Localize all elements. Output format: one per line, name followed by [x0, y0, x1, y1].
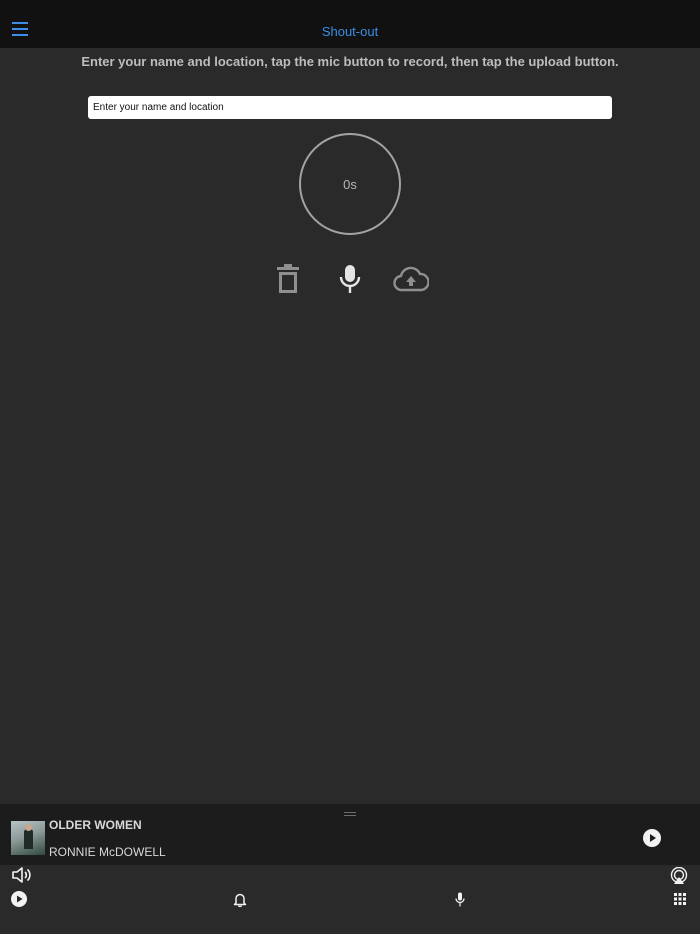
play-circle-icon[interactable] [643, 829, 661, 847]
name-location-input[interactable] [88, 96, 612, 119]
airplay-icon[interactable] [670, 867, 688, 885]
volume-icon[interactable] [12, 867, 32, 883]
microphone-icon[interactable] [338, 264, 362, 294]
top-bar: Shout-out [0, 0, 700, 48]
album-art [11, 821, 45, 855]
drag-handle-icon[interactable] [344, 812, 356, 816]
cloud-upload-icon[interactable] [393, 266, 429, 292]
bottom-bar [0, 865, 700, 934]
trash-icon[interactable] [276, 264, 300, 294]
song-title: OLDER WOMEN [49, 818, 142, 832]
song-artist: RONNIE McDOWELL [49, 845, 166, 859]
recording-timer: 0s [299, 133, 401, 235]
instructions-text: Enter your name and location, tap the mi… [81, 54, 619, 69]
grid-icon[interactable] [674, 893, 686, 905]
bell-icon[interactable] [233, 892, 247, 907]
microphone-tab-icon[interactable] [455, 892, 465, 907]
timer-label: 0s [343, 176, 357, 192]
page-title: Shout-out [321, 24, 379, 39]
play-tab-icon[interactable] [11, 891, 27, 907]
